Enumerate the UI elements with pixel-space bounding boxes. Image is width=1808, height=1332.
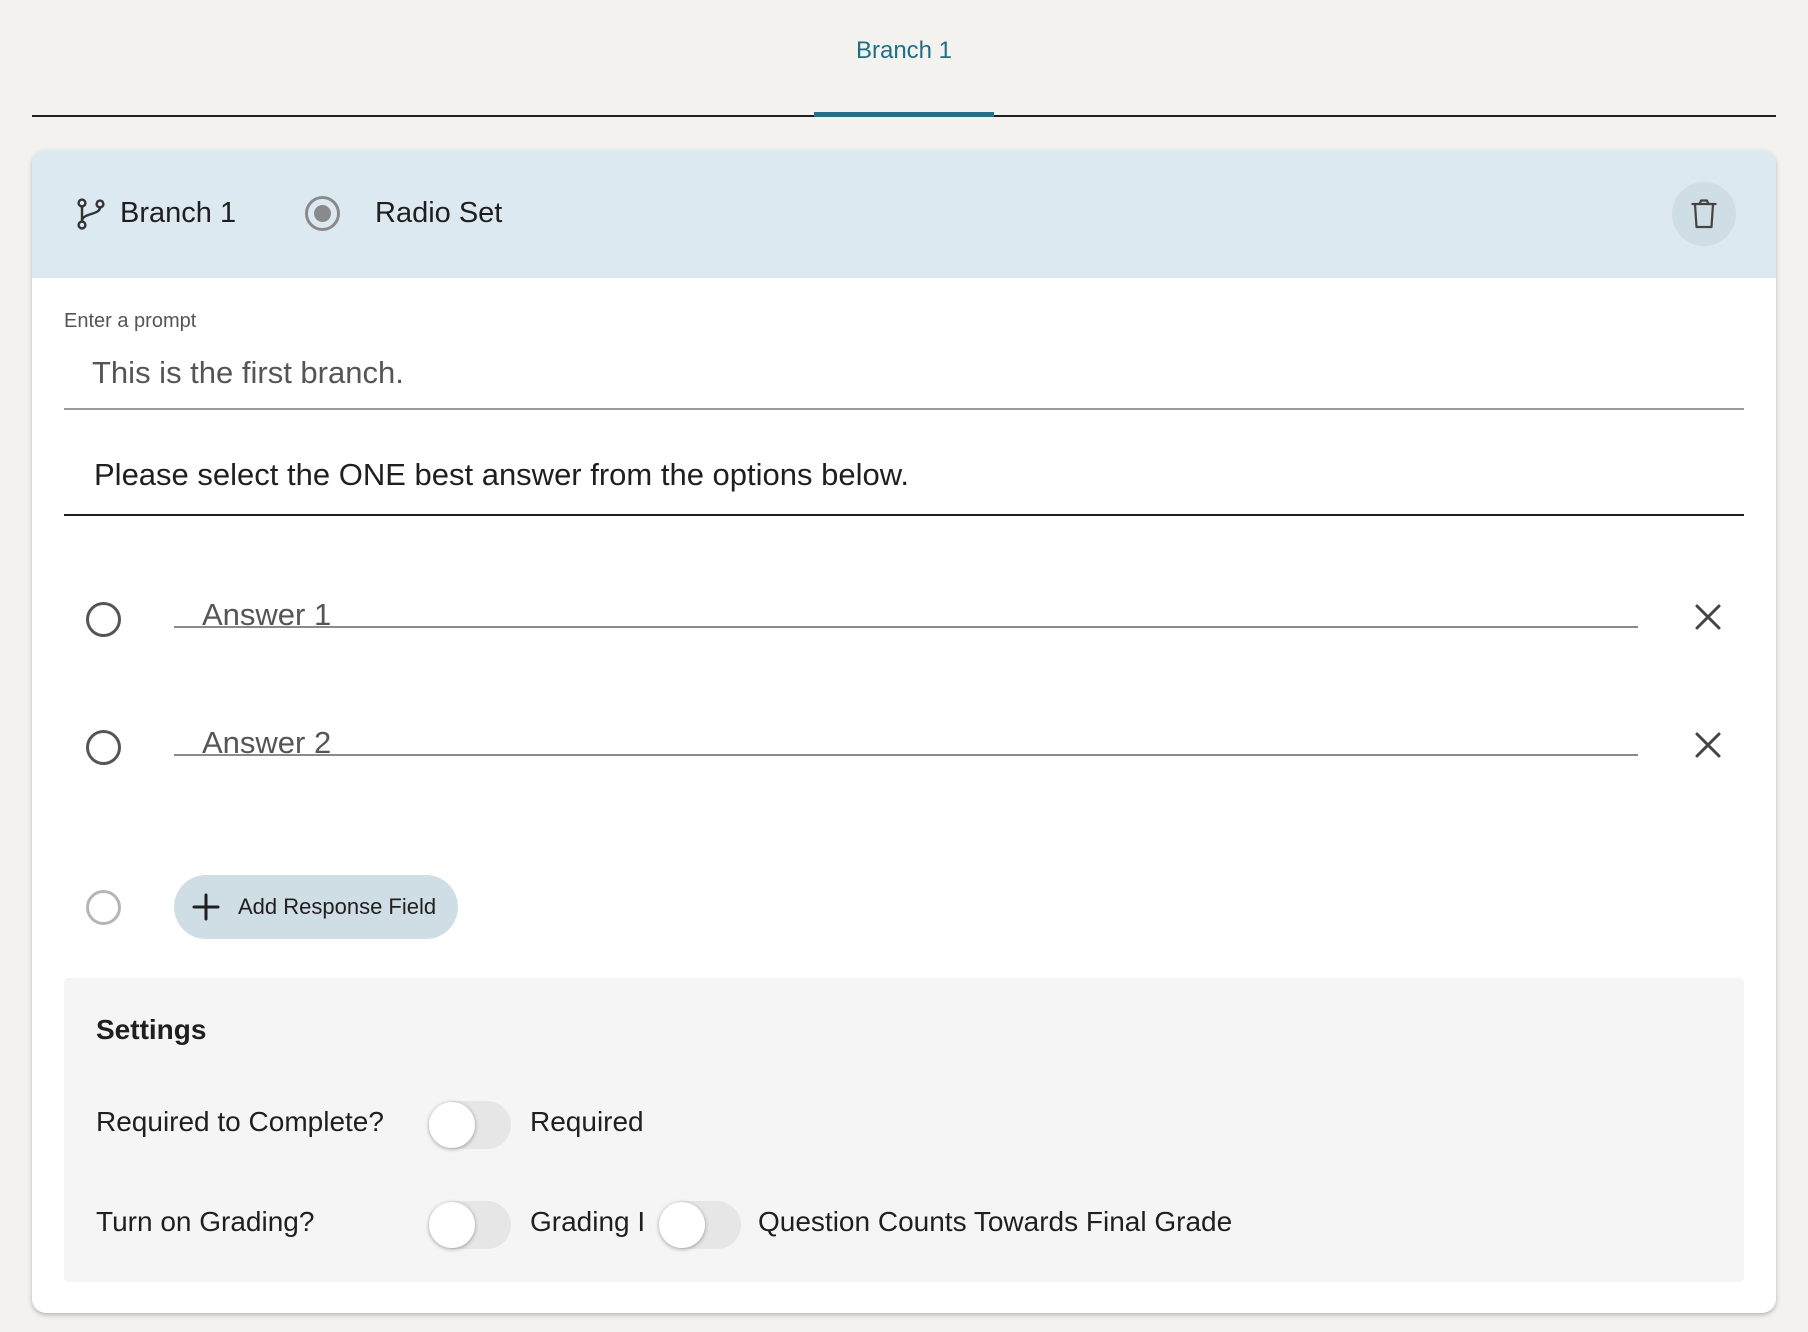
branch-title: Branch 1 bbox=[120, 197, 237, 229]
branch-icon bbox=[77, 198, 105, 230]
required-question-label: Required to Complete? bbox=[96, 1106, 384, 1137]
answer-radio[interactable] bbox=[86, 602, 121, 637]
final-grade-toggle[interactable] bbox=[659, 1199, 743, 1251]
add-response-field-button[interactable]: Add Response Field bbox=[174, 875, 458, 939]
answer-input[interactable] bbox=[174, 560, 1638, 628]
toggle-knob bbox=[659, 1202, 705, 1248]
prompt-label: Enter a prompt bbox=[64, 310, 197, 332]
answer-text: Answer 2 bbox=[202, 725, 332, 760]
active-tab-indicator bbox=[814, 112, 994, 117]
toggle-knob bbox=[429, 1102, 475, 1148]
delete-branch-button[interactable] bbox=[1672, 182, 1736, 246]
tab-bar: Branch 1 bbox=[32, 0, 1776, 117]
trash-icon bbox=[1691, 199, 1717, 229]
instruction-value: Please select the ONE best answer from t… bbox=[94, 457, 910, 492]
grading-question-label: Turn on Grading? bbox=[96, 1206, 315, 1237]
question-type-label: Radio Set bbox=[375, 197, 503, 229]
tab-label: Branch 1 bbox=[855, 36, 953, 64]
required-toggle[interactable] bbox=[429, 1099, 513, 1151]
placeholder-radio bbox=[86, 890, 121, 925]
plus-icon bbox=[192, 893, 220, 921]
radio-set-icon bbox=[305, 196, 340, 231]
answer-text: Answer 1 bbox=[202, 597, 332, 632]
tab-branch-1[interactable]: Branch 1 bbox=[814, 0, 994, 117]
remove-answer-button[interactable] bbox=[1688, 597, 1728, 637]
final-grade-toggle-label: Question Counts Towards Final Grade bbox=[758, 1206, 1233, 1237]
add-response-label: Add Response Field bbox=[238, 894, 437, 919]
required-toggle-label: Required bbox=[530, 1106, 644, 1137]
prompt-value: This is the first branch. bbox=[92, 355, 404, 390]
settings-title: Settings bbox=[96, 1014, 207, 1045]
grading-toggle[interactable] bbox=[429, 1199, 513, 1251]
settings-panel: Settings Required to Complete? Required … bbox=[64, 978, 1744, 1282]
answer-radio[interactable] bbox=[86, 730, 121, 765]
grading-toggle-label: Grading I bbox=[530, 1206, 646, 1237]
answer-input[interactable] bbox=[174, 688, 1638, 756]
toggle-knob bbox=[429, 1202, 475, 1248]
card-header: Branch 1 Radio Set bbox=[32, 150, 1776, 278]
remove-answer-button[interactable] bbox=[1688, 725, 1728, 765]
branch-card: Branch 1 Radio Set Enter a prompt This i… bbox=[32, 150, 1776, 1313]
